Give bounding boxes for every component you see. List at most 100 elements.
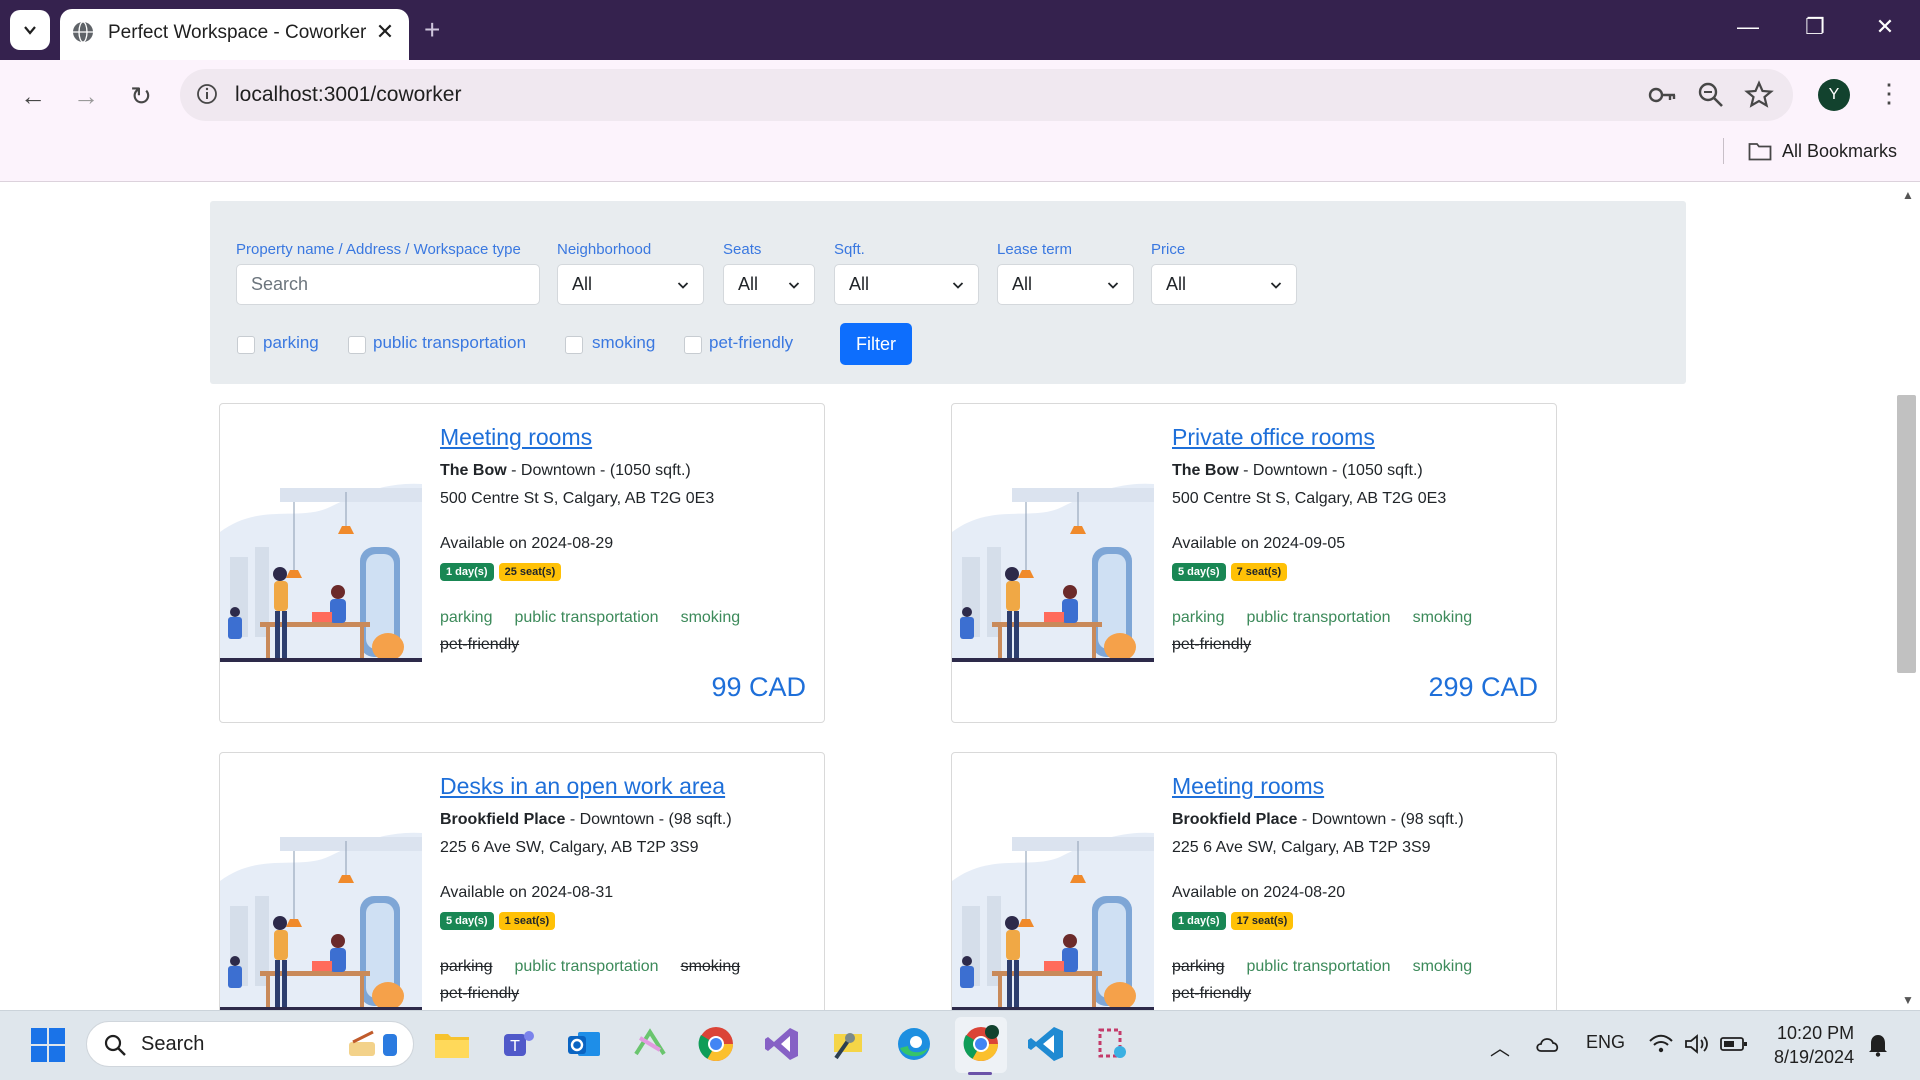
amenity-tag: parking bbox=[1172, 958, 1225, 975]
smoking-checkbox-label[interactable]: smoking bbox=[592, 333, 655, 353]
all-bookmarks-label: All Bookmarks bbox=[1782, 140, 1898, 161]
snipping-tool-icon[interactable] bbox=[630, 1024, 670, 1064]
amenity-tag: smoking bbox=[680, 609, 741, 626]
visual-studio-icon[interactable] bbox=[762, 1024, 802, 1064]
tools-app-icon[interactable] bbox=[828, 1024, 868, 1064]
listing-address: 225 6 Ave SW, Calgary, AB T2P 3S9 bbox=[1172, 839, 1431, 856]
parking-checkbox[interactable] bbox=[237, 336, 255, 354]
listing-title-link[interactable]: Private office rooms bbox=[1172, 424, 1375, 451]
workspace-illustration bbox=[952, 462, 1154, 662]
site-info-icon[interactable] bbox=[196, 83, 218, 105]
clock-time: 10:20 PM bbox=[1777, 1023, 1855, 1043]
all-bookmarks-button[interactable]: All Bookmarks bbox=[1748, 138, 1897, 164]
chevron-down-icon bbox=[677, 281, 689, 289]
tab-title: Perfect Workspace - Coworker bbox=[108, 22, 367, 43]
bookmark-star-icon[interactable] bbox=[1742, 78, 1776, 112]
neighborhood-select[interactable]: All bbox=[557, 264, 704, 305]
windows-start-icon[interactable] bbox=[30, 1027, 66, 1063]
neighborhood-label: Neighborhood bbox=[557, 241, 652, 258]
listing-badges: 1 day(s) 17 seat(s) bbox=[1172, 912, 1294, 930]
onedrive-cloud-icon[interactable] bbox=[1535, 1034, 1561, 1054]
filter-button[interactable]: Filter bbox=[840, 323, 912, 365]
tab-search-button[interactable] bbox=[10, 10, 50, 50]
price-select[interactable]: All bbox=[1151, 264, 1297, 305]
globe-icon bbox=[73, 21, 93, 43]
public-transportation-checkbox[interactable] bbox=[348, 336, 366, 354]
days-badge: 5 day(s) bbox=[440, 912, 494, 930]
search-icon bbox=[104, 1034, 126, 1056]
sqft-select[interactable]: All bbox=[834, 264, 979, 305]
seats-value: All bbox=[738, 274, 759, 294]
amenity-tag: parking bbox=[440, 609, 493, 626]
restore-icon[interactable]: ❐ bbox=[1795, 14, 1835, 40]
snip-sketch-icon[interactable] bbox=[1092, 1024, 1132, 1064]
lease-term-value: All bbox=[1012, 274, 1033, 294]
lease-term-select[interactable]: All bbox=[997, 264, 1134, 305]
listing-card: Meeting rooms The Bow - Downtown - (1050 … bbox=[219, 403, 825, 723]
listing-title-link[interactable]: Meeting rooms bbox=[1172, 773, 1324, 800]
seats-select[interactable]: All bbox=[723, 264, 815, 305]
wifi-icon[interactable] bbox=[1648, 1033, 1674, 1055]
minimize-icon[interactable]: — bbox=[1728, 14, 1768, 40]
battery-icon[interactable] bbox=[1720, 1036, 1748, 1052]
listing-meta: - Downtown - (1050 sqft.) bbox=[1238, 462, 1423, 479]
neighborhood-value: All bbox=[572, 274, 593, 294]
chrome-profile-icon[interactable] bbox=[961, 1024, 1001, 1064]
teams-icon[interactable]: T bbox=[498, 1024, 538, 1064]
new-tab-button[interactable]: + bbox=[424, 14, 440, 46]
vscode-icon[interactable] bbox=[1026, 1024, 1066, 1064]
back-icon[interactable]: ← bbox=[15, 78, 51, 114]
language-indicator[interactable]: ENG bbox=[1586, 1032, 1625, 1053]
profile-avatar[interactable]: Y bbox=[1818, 79, 1850, 111]
listing-badges: 1 day(s) 25 seat(s) bbox=[440, 563, 562, 581]
listing-card: Meeting rooms Brookfield Place - Downtown… bbox=[951, 752, 1557, 1020]
smoking-checkbox[interactable] bbox=[565, 336, 583, 354]
taskbar-search-box[interactable]: Search bbox=[86, 1021, 414, 1067]
outlook-icon[interactable] bbox=[564, 1024, 604, 1064]
search-label: Property name / Address / Workspace type bbox=[236, 241, 521, 258]
listing-building: The Bow bbox=[440, 462, 507, 479]
amenity-tag: public transportation bbox=[1246, 609, 1391, 626]
amenity-tag: pet-friendly bbox=[440, 985, 520, 1002]
scroll-up-icon[interactable]: ▲ bbox=[1902, 188, 1914, 202]
listing-location: The Bow - Downtown - (1050 sqft.) bbox=[1172, 462, 1423, 480]
scrollbar-thumb[interactable] bbox=[1897, 395, 1916, 673]
forward-icon[interactable]: → bbox=[68, 78, 104, 114]
search-input[interactable] bbox=[236, 264, 540, 305]
listing-meta: - Downtown - (98 sqft.) bbox=[565, 811, 732, 828]
tray-chevron-icon[interactable]: ︿ bbox=[1490, 1032, 1510, 1061]
pet-friendly-checkbox-label[interactable]: pet-friendly bbox=[709, 333, 793, 353]
amenity-tag: pet-friendly bbox=[440, 636, 520, 653]
listing-title-link[interactable]: Desks in an open work area bbox=[440, 773, 725, 800]
taskbar-clock[interactable]: 10:20 PM 8/19/2024 bbox=[1774, 1021, 1854, 1069]
sqft-value: All bbox=[849, 274, 870, 294]
close-tab-icon[interactable]: ✕ bbox=[372, 19, 398, 45]
close-window-icon[interactable]: ✕ bbox=[1865, 14, 1905, 40]
listing-amenities: parking public transportation smoking pet-f… bbox=[1172, 953, 1552, 1007]
zoom-icon[interactable] bbox=[1694, 78, 1728, 112]
amenity-tag: public transportation bbox=[1246, 958, 1391, 975]
browser-tab[interactable]: Perfect Workspace - Coworker ✕ bbox=[60, 9, 409, 60]
seats-badge: 1 seat(s) bbox=[498, 912, 556, 930]
password-key-icon[interactable] bbox=[1646, 78, 1680, 112]
chevron-down-icon bbox=[1270, 281, 1282, 289]
chrome-icon[interactable] bbox=[696, 1024, 736, 1064]
address-bar[interactable]: localhost:3001/coworker bbox=[180, 69, 1793, 121]
scroll-down-icon[interactable]: ▼ bbox=[1902, 993, 1914, 1007]
listing-address: 500 Centre St S, Calgary, AB T2G 0E3 bbox=[440, 490, 715, 507]
workspace-illustration bbox=[952, 811, 1154, 1011]
public-transportation-checkbox-label[interactable]: public transportation bbox=[373, 333, 526, 353]
listing-card: Private office rooms The Bow - Downtown -… bbox=[951, 403, 1557, 723]
volume-icon[interactable] bbox=[1684, 1033, 1710, 1055]
listing-meta: - Downtown - (98 sqft.) bbox=[1297, 811, 1464, 828]
pet-friendly-checkbox[interactable] bbox=[684, 336, 702, 354]
file-explorer-icon[interactable] bbox=[432, 1024, 472, 1064]
listing-title-link[interactable]: Meeting rooms bbox=[440, 424, 592, 451]
edge-icon[interactable] bbox=[894, 1024, 934, 1064]
parking-checkbox-label[interactable]: parking bbox=[263, 333, 319, 353]
menu-kebab-icon[interactable]: ⋮ bbox=[1876, 78, 1902, 109]
reload-icon[interactable]: ↻ bbox=[123, 78, 159, 114]
notification-bell-icon[interactable] bbox=[1867, 1033, 1889, 1057]
amenity-tag: pet-friendly bbox=[1172, 636, 1252, 653]
listing-availability: Available on 2024-08-31 bbox=[440, 884, 614, 901]
